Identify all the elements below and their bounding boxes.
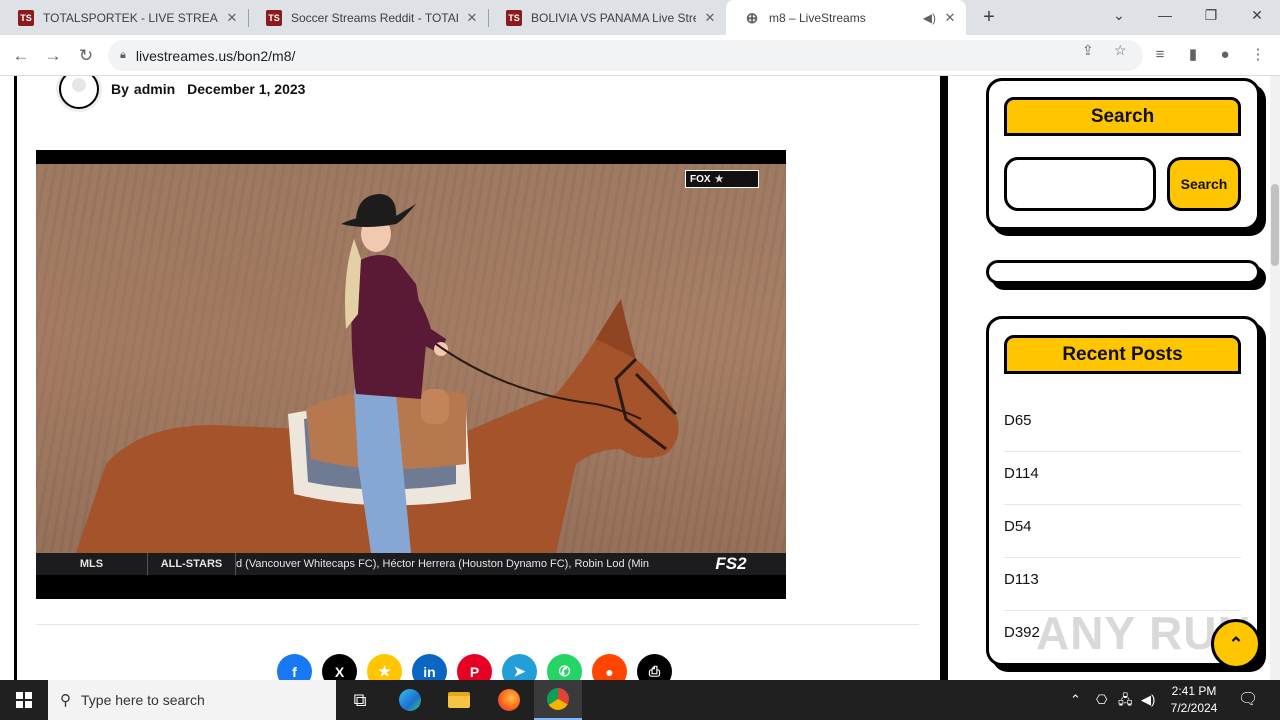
by-label: By — [111, 81, 129, 97]
page-scrollbar[interactable] — [1270, 76, 1280, 680]
search-input[interactable] — [1004, 157, 1156, 211]
share-buttons: f X ★ in P ➤ ✆ ● ⎙ — [277, 654, 672, 680]
tray-device-icon[interactable]: ⎔ — [1096, 680, 1107, 720]
web-page: By admin 🕓︎ December 1, 2023 — [0, 76, 1280, 680]
tray-overflow-chevron-icon[interactable]: ⌃ — [1070, 680, 1081, 720]
edge-icon[interactable] — [386, 680, 434, 720]
url-text: livestreames.us/bon2/m8/ — [135, 47, 296, 64]
speaker-icon[interactable]: ◀) — [923, 11, 936, 25]
recent-post-link[interactable]: D65 — [1004, 399, 1241, 452]
back-button[interactable]: ← — [8, 43, 34, 69]
tab-title: TOTALSPORTEK - LIVE STREAMS — [43, 10, 218, 25]
totalsportek-favicon-icon: TS — [506, 9, 522, 26]
score-ticker: MLS ALL-STARS d (Vancouver Whitecaps FC)… — [36, 553, 786, 575]
ticker-channel: FS2 — [715, 554, 747, 573]
close-window-button[interactable]: ✕ — [1234, 0, 1280, 30]
video-player[interactable]: FOX ★ MLS ALL-STARS d (Vancouver Whiteca… — [36, 150, 786, 599]
star-icon: ★ — [714, 173, 724, 185]
network-icon[interactable]: 🖧︎ — [1118, 680, 1133, 720]
recent-post-link[interactable]: D54 — [1004, 505, 1241, 558]
system-clock[interactable]: 2:41 PM 7/2/2024 — [1164, 683, 1224, 717]
profile-avatar-icon[interactable]: ● — [1213, 43, 1237, 67]
tab-bolivia-panama[interactable]: TS BOLIVIA VS PANAMA Live Strean ✕ — [488, 0, 726, 35]
file-explorer-icon[interactable] — [435, 680, 483, 720]
browser-tab-strip: TS TOTALSPORTEK - LIVE STREAMS ✕ TS Socc… — [0, 0, 1280, 35]
chevron-up-icon: ⌃ — [1228, 633, 1244, 654]
recent-post-link[interactable]: D113 — [1004, 558, 1241, 611]
volume-icon[interactable]: ◀) — [1141, 680, 1155, 720]
browser-toolbar: ← → ↻ 🔒︎ livestreames.us/bon2/m8/ ⇪ ☆ ≡ … — [0, 35, 1280, 76]
search-widget-title: Search — [1004, 97, 1241, 136]
fox-network-logo: FOX ★ — [685, 170, 759, 188]
task-view-icon[interactable]: ⧉ — [336, 680, 384, 720]
minimize-button[interactable]: — — [1142, 0, 1188, 30]
side-panel-icon[interactable]: ▮ — [1181, 43, 1205, 67]
author-link[interactable]: admin — [134, 81, 175, 97]
tab-close-icon[interactable]: ✕ — [224, 10, 240, 26]
search-widget: Search Search — [986, 78, 1260, 230]
taskbar-search-box[interactable]: ⚲ Type here to search — [48, 680, 336, 720]
tab-soccer-streams[interactable]: TS Soccer Streams Reddit - TOTALSP ✕ — [248, 0, 488, 35]
tab-close-icon[interactable]: ✕ — [702, 10, 718, 26]
recent-post-link[interactable]: D114 — [1004, 452, 1241, 505]
tab-m8-livestreams[interactable]: ⊕ m8 – LiveStreams ◀) ✕ — [726, 0, 966, 35]
scroll-to-top-button[interactable]: ⌃ — [1211, 619, 1261, 669]
totalsportek-favicon-icon: TS — [18, 9, 34, 26]
notification-icon[interactable]: 🗨︎ — [1238, 680, 1258, 720]
globe-icon: ⊕ — [745, 9, 759, 27]
scrollbar-thumb[interactable] — [1271, 184, 1279, 266]
clock-time: 2:41 PM — [1171, 684, 1217, 698]
tab-search-chevron-icon[interactable]: ⌄ — [1096, 0, 1142, 30]
print-share-icon[interactable]: ⎙ — [637, 654, 672, 680]
reload-button[interactable]: ↻ — [73, 43, 99, 69]
ticker-league: MLS — [36, 553, 148, 575]
tab-close-icon[interactable]: ✕ — [942, 10, 958, 26]
tab-close-icon[interactable]: ✕ — [464, 10, 480, 26]
forward-button[interactable]: → — [40, 43, 66, 69]
start-button[interactable] — [0, 680, 48, 720]
linkedin-share-icon[interactable]: in — [412, 654, 447, 680]
menu-kebab-icon[interactable]: ⋮ — [1246, 43, 1270, 67]
bookmark-share-icon[interactable]: ★ — [367, 654, 402, 680]
facebook-share-icon[interactable]: f — [277, 654, 312, 680]
content-divider — [36, 624, 919, 625]
fox-logo-text: FOX — [690, 173, 711, 185]
tab-title: BOLIVIA VS PANAMA Live Strean — [531, 10, 696, 25]
tab-title: Soccer Streams Reddit - TOTALSP — [291, 10, 458, 25]
recent-posts-title: Recent Posts — [1004, 335, 1241, 374]
new-tab-button[interactable]: + — [978, 6, 1000, 28]
tab-title: m8 – LiveStreams — [769, 10, 866, 25]
pinterest-share-icon[interactable]: P — [457, 654, 492, 680]
post-meta: By admin 🕓︎ December 1, 2023 — [59, 76, 1258, 109]
ticker-segment: ALL-STARS — [148, 553, 236, 575]
empty-widget — [986, 260, 1260, 284]
restore-button[interactable]: ❐ — [1188, 0, 1234, 30]
windows-taskbar: ⚲ Type here to search ⧉ ⌃ ⎔ 🖧︎ ◀) 2:41 P… — [0, 680, 1280, 720]
post-date[interactable]: December 1, 2023 — [187, 81, 305, 97]
chrome-icon[interactable] — [534, 680, 582, 720]
firefox-icon[interactable] — [485, 680, 533, 720]
address-bar[interactable]: 🔒︎ livestreames.us/bon2/m8/ — [108, 40, 1143, 71]
telegram-share-icon[interactable]: ➤ — [502, 654, 537, 680]
x-share-icon[interactable]: X — [322, 654, 357, 680]
video-frame-rodeo — [36, 164, 786, 553]
reddit-share-icon[interactable]: ● — [592, 654, 627, 680]
whatsapp-share-icon[interactable]: ✆ — [547, 654, 582, 680]
windows-logo-icon — [16, 692, 32, 708]
search-icon: ⚲ — [60, 692, 71, 709]
ticker-text: d (Vancouver Whitecaps FC), Héctor Herre… — [236, 558, 650, 570]
clock-date: 7/2/2024 — [1170, 701, 1218, 715]
taskbar-search-placeholder: Type here to search — [81, 692, 205, 708]
search-button[interactable]: Search — [1167, 157, 1241, 211]
media-control-icon[interactable]: ≡ — [1148, 43, 1172, 67]
lock-icon[interactable]: 🔒︎ — [120, 49, 126, 62]
rodeo-scene-illustration — [76, 194, 679, 553]
tab-totalsportek[interactable]: TS TOTALSPORTEK - LIVE STREAMS ✕ — [0, 0, 248, 35]
share-icon[interactable]: ⇪ — [1082, 40, 1094, 60]
article-card: By admin 🕓︎ December 1, 2023 — [14, 76, 1258, 680]
author-avatar[interactable] — [59, 76, 99, 109]
bookmark-star-icon[interactable]: ☆ — [1114, 40, 1127, 60]
totalsportek-favicon-icon: TS — [266, 9, 282, 26]
